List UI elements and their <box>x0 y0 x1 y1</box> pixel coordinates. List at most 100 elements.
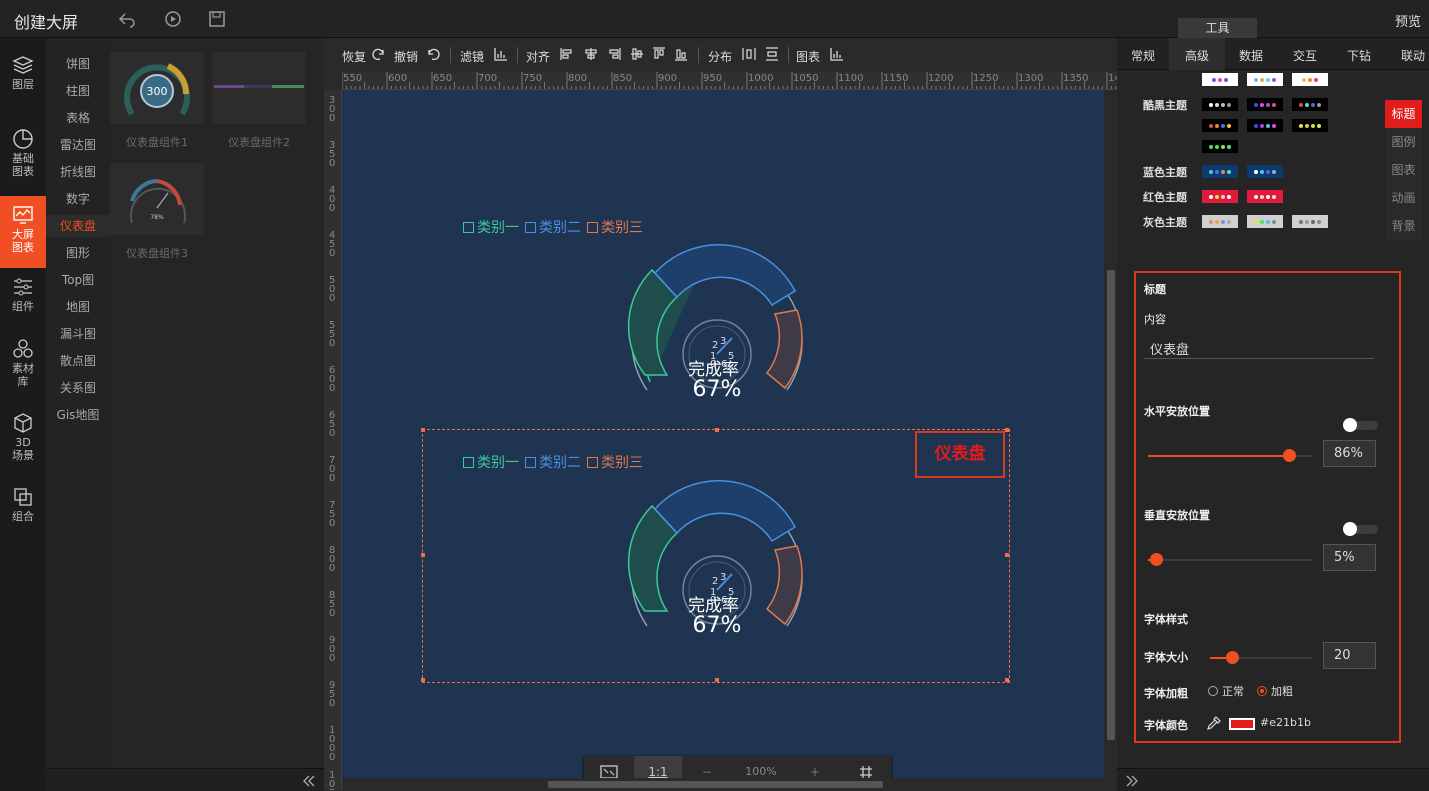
category-top[interactable]: Top图 <box>46 269 110 291</box>
resize-handle[interactable] <box>715 428 719 432</box>
category-gis-map[interactable]: Gis地图 <box>46 404 110 426</box>
theme-swatch[interactable] <box>1247 73 1283 86</box>
theme-swatch[interactable] <box>1247 98 1283 111</box>
theme-swatch[interactable] <box>1292 215 1328 228</box>
category-scatter[interactable]: 散点图 <box>46 350 110 372</box>
weight-normal-radio[interactable]: 正常 <box>1208 683 1244 699</box>
nav-layers[interactable]: 图层 <box>0 54 46 98</box>
vtab-chart[interactable]: 图表 <box>1385 156 1422 184</box>
redo-button[interactable]: 恢复 <box>342 48 366 65</box>
chart-icon[interactable] <box>830 47 844 61</box>
undo-icon[interactable] <box>426 47 440 61</box>
gauge-thumb-2[interactable] <box>212 52 306 124</box>
align-bottom-icon[interactable] <box>674 47 688 61</box>
font-size-input[interactable]: 20 <box>1323 642 1376 669</box>
h-position-slider-knob[interactable] <box>1283 449 1296 462</box>
horizontal-scrollbar[interactable] <box>342 778 1104 791</box>
nav-group[interactable]: 组合 <box>0 486 46 530</box>
vertical-scrollbar[interactable] <box>1105 90 1117 790</box>
category-shape[interactable]: 图形 <box>46 242 110 264</box>
nav-3d-scene[interactable]: 3D 场景 <box>0 412 46 468</box>
undo-button[interactable]: 撤销 <box>394 48 418 65</box>
align-top-icon[interactable] <box>652 47 666 61</box>
category-map[interactable]: 地图 <box>46 296 110 318</box>
category-number[interactable]: 数字 <box>46 188 110 210</box>
distribute-h-icon[interactable] <box>742 47 756 61</box>
legend-item-1[interactable]: 类别一 <box>463 217 519 237</box>
tools-tab[interactable]: 工具 <box>1178 18 1257 38</box>
theme-swatch[interactable] <box>1202 98 1238 111</box>
theme-swatch[interactable] <box>1202 190 1238 203</box>
back-icon[interactable] <box>118 10 136 28</box>
resize-handle[interactable] <box>1005 678 1009 682</box>
v-position-slider-knob[interactable] <box>1150 553 1163 566</box>
h-position-input[interactable]: 86% <box>1323 440 1376 467</box>
vtab-background[interactable]: 背景 <box>1385 212 1422 240</box>
eyedropper-icon[interactable] <box>1206 715 1222 731</box>
theme-swatch[interactable] <box>1292 73 1328 86</box>
align-left-icon[interactable] <box>560 47 574 61</box>
nav-basic-chart[interactable]: 基础 图表 <box>0 128 46 184</box>
v-position-slider[interactable] <box>1148 559 1312 561</box>
tab-data[interactable]: 数据 <box>1239 47 1263 64</box>
resize-handle[interactable] <box>421 428 425 432</box>
resize-handle[interactable] <box>1005 428 1009 432</box>
resize-handle[interactable] <box>421 553 425 557</box>
font-color-swatch[interactable] <box>1229 718 1255 730</box>
theme-swatch[interactable] <box>1292 98 1328 111</box>
collapse-left-icon[interactable] <box>302 774 316 788</box>
vertical-scroll-thumb[interactable] <box>1107 270 1115 740</box>
font-size-slider-knob[interactable] <box>1226 651 1239 664</box>
theme-swatch[interactable] <box>1292 119 1328 132</box>
horizontal-scroll-thumb[interactable] <box>548 781 883 788</box>
title-content-input[interactable]: 仪表盘 <box>1144 339 1374 359</box>
nav-materials[interactable]: 素材 库 <box>0 338 46 394</box>
legend-item-1[interactable]: 类别一 <box>463 452 519 472</box>
distribute-button[interactable]: 分布 <box>708 48 732 65</box>
theme-swatch[interactable] <box>1247 190 1283 203</box>
vtab-title[interactable]: 标题 <box>1385 100 1422 128</box>
theme-swatch[interactable] <box>1247 215 1283 228</box>
align-center-v-icon[interactable] <box>630 47 644 61</box>
category-line[interactable]: 折线图 <box>46 161 110 183</box>
tab-drilldown[interactable]: 下钻 <box>1347 47 1371 64</box>
theme-swatch[interactable] <box>1247 165 1283 178</box>
tab-general[interactable]: 常规 <box>1131 47 1155 64</box>
theme-swatch[interactable] <box>1202 140 1238 153</box>
category-funnel[interactable]: 漏斗图 <box>46 323 110 345</box>
tab-linkage[interactable]: 联动 <box>1401 47 1425 64</box>
filter-chart-icon[interactable] <box>494 47 508 61</box>
design-canvas[interactable]: 类别一 类别二 类别三 2 3 1 5 0 6 67% 完成率 仪表盘 类别一 … <box>342 90 1104 790</box>
distribute-v-icon[interactable] <box>765 47 779 61</box>
nav-bigscreen-chart[interactable]: 大屏 图表 <box>0 196 46 268</box>
gauge-thumb-1[interactable]: 300 <box>110 52 204 124</box>
theme-swatch[interactable] <box>1202 73 1238 86</box>
tab-advanced[interactable]: 高级 <box>1185 47 1209 64</box>
align-button[interactable]: 对齐 <box>526 48 550 65</box>
category-gauge[interactable]: 仪表盘 <box>46 215 110 237</box>
align-center-h-icon[interactable] <box>584 47 598 61</box>
play-icon[interactable] <box>164 10 182 28</box>
legend-item-2[interactable]: 类别二 <box>525 452 581 472</box>
tab-interaction[interactable]: 交互 <box>1293 47 1317 64</box>
font-color-value[interactable]: #e21b1b <box>1260 716 1311 729</box>
resize-handle[interactable] <box>1005 553 1009 557</box>
align-right-icon[interactable] <box>607 47 621 61</box>
resize-handle[interactable] <box>421 678 425 682</box>
category-radar[interactable]: 雷达图 <box>46 134 110 156</box>
theme-swatch[interactable] <box>1202 119 1238 132</box>
gauge-thumb-3[interactable]: 78% <box>110 163 204 235</box>
vtab-legend[interactable]: 图例 <box>1385 128 1422 156</box>
nav-components[interactable]: 组件 <box>0 276 46 320</box>
theme-swatch[interactable] <box>1202 165 1238 178</box>
theme-swatch[interactable] <box>1247 119 1283 132</box>
chart-button[interactable]: 图表 <box>796 48 820 65</box>
category-pie[interactable]: 饼图 <box>46 53 110 75</box>
resize-handle[interactable] <box>715 678 719 682</box>
legend-item-2[interactable]: 类别二 <box>525 217 581 237</box>
category-table[interactable]: 表格 <box>46 107 110 129</box>
collapse-right-icon[interactable] <box>1125 774 1139 788</box>
save-icon[interactable] <box>208 10 226 28</box>
theme-swatch[interactable] <box>1202 215 1238 228</box>
vtab-animation[interactable]: 动画 <box>1385 184 1422 212</box>
